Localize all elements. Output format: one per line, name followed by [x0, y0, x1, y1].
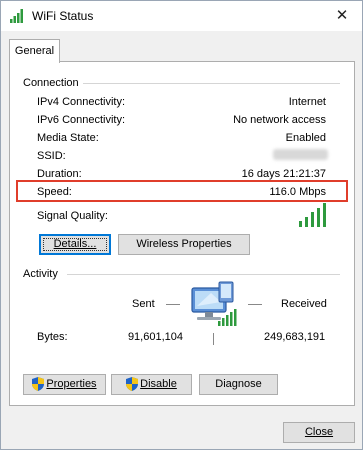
received-connector	[248, 304, 262, 305]
speed-highlight-box	[16, 180, 348, 202]
ipv6-label: IPv6 Connectivity:	[37, 114, 126, 126]
ipv4-label: IPv4 Connectivity:	[37, 96, 126, 108]
connection-heading: Connection	[23, 77, 79, 89]
signal-bar	[299, 221, 302, 227]
connection-divider	[83, 83, 340, 84]
signal-bar	[305, 216, 308, 227]
diagnose-button[interactable]: Diagnose	[199, 374, 278, 395]
ssid-value-redacted	[273, 149, 328, 160]
duration-value: 16 days 21:21:37	[241, 168, 326, 180]
details-button[interactable]: Details...	[39, 234, 111, 255]
diagnose-button-label: Diagnose	[215, 378, 262, 390]
network-computer-icon	[191, 281, 237, 326]
title-bar: WiFi Status ✕	[1, 1, 362, 31]
disable-button-label: Disable	[140, 378, 177, 390]
bytes-sent-value: 91,601,104	[127, 331, 183, 343]
signal-strength-icon	[299, 203, 329, 227]
sent-connector	[166, 304, 180, 305]
signal-bar	[311, 212, 314, 227]
properties-button[interactable]: Properties	[23, 374, 106, 395]
disable-button[interactable]: Disable	[111, 374, 192, 395]
duration-label: Duration:	[37, 168, 82, 180]
bytes-received-value: 249,683,191	[264, 331, 326, 343]
wireless-properties-button[interactable]: Wireless Properties	[118, 234, 250, 255]
close-button-label: Close	[304, 426, 334, 438]
window-title: WiFi Status	[32, 9, 94, 23]
wifi-signal-icon	[10, 9, 23, 23]
signal-bar	[317, 207, 320, 227]
tab-general[interactable]: General	[9, 39, 60, 63]
close-icon[interactable]: ✕	[323, 1, 361, 31]
activity-heading: Activity	[23, 268, 58, 280]
ipv6-value: No network access	[233, 114, 326, 126]
received-label: Received	[281, 298, 327, 310]
uac-shield-icon	[32, 377, 45, 392]
bytes-label: Bytes:	[37, 331, 68, 343]
ssid-label: SSID:	[37, 150, 66, 162]
activity-divider	[67, 274, 340, 275]
wifi-status-window: WiFi Status ✕ General Connection IPv4 Co…	[0, 0, 363, 450]
close-button[interactable]: Close	[283, 422, 355, 443]
signal-bar	[323, 203, 326, 227]
uac-shield-icon	[126, 377, 139, 392]
properties-button-label: Properties	[46, 378, 97, 390]
wireless-properties-button-label: Wireless Properties	[136, 238, 232, 250]
focus-ring	[43, 238, 107, 251]
activity-separator	[213, 333, 214, 345]
media-state-value: Enabled	[285, 132, 326, 144]
sent-label: Sent	[132, 298, 155, 310]
ipv4-value: Internet	[288, 96, 326, 108]
signal-quality-label: Signal Quality:	[37, 210, 108, 222]
media-state-label: Media State:	[37, 132, 99, 144]
